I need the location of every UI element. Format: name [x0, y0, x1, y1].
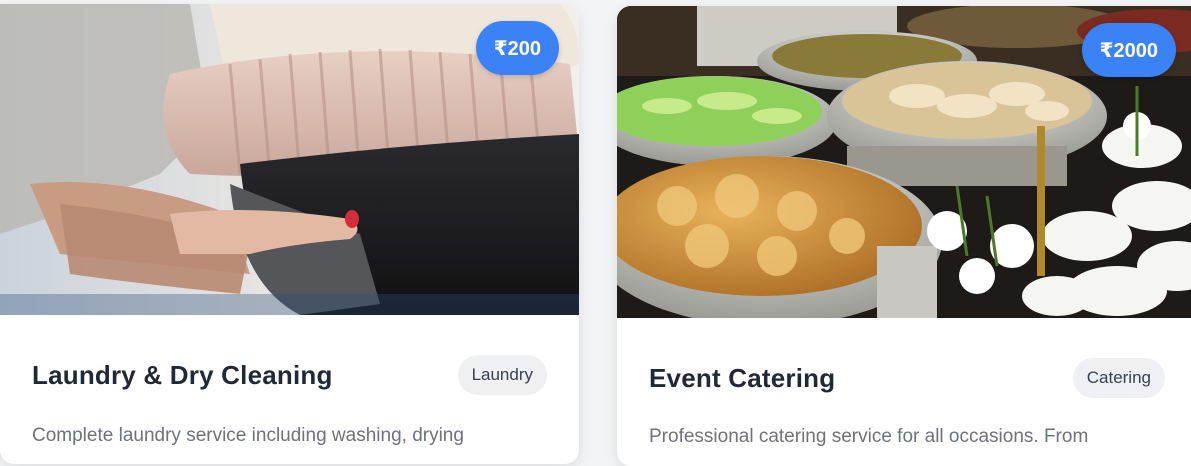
category-tag: Laundry: [457, 355, 547, 395]
price-badge: ₹2000: [1081, 23, 1176, 77]
service-card-laundry[interactable]: ₹200 Laundry & Dry Cleaning Laundry Comp…: [0, 4, 579, 464]
price-badge: ₹200: [475, 21, 559, 75]
catering-image: ₹2000: [617, 6, 1191, 318]
category-tag: Catering: [1072, 358, 1165, 398]
laundry-image: ₹200: [0, 4, 579, 315]
service-description: Professional catering service for all oc…: [649, 426, 1089, 447]
service-title: Event Catering: [649, 362, 836, 393]
service-description: Complete laundry service including washi…: [32, 425, 464, 446]
service-title: Laundry & Dry Cleaning: [32, 359, 333, 390]
service-card-catering[interactable]: ₹2000 Event Catering Catering Profession…: [617, 6, 1191, 466]
